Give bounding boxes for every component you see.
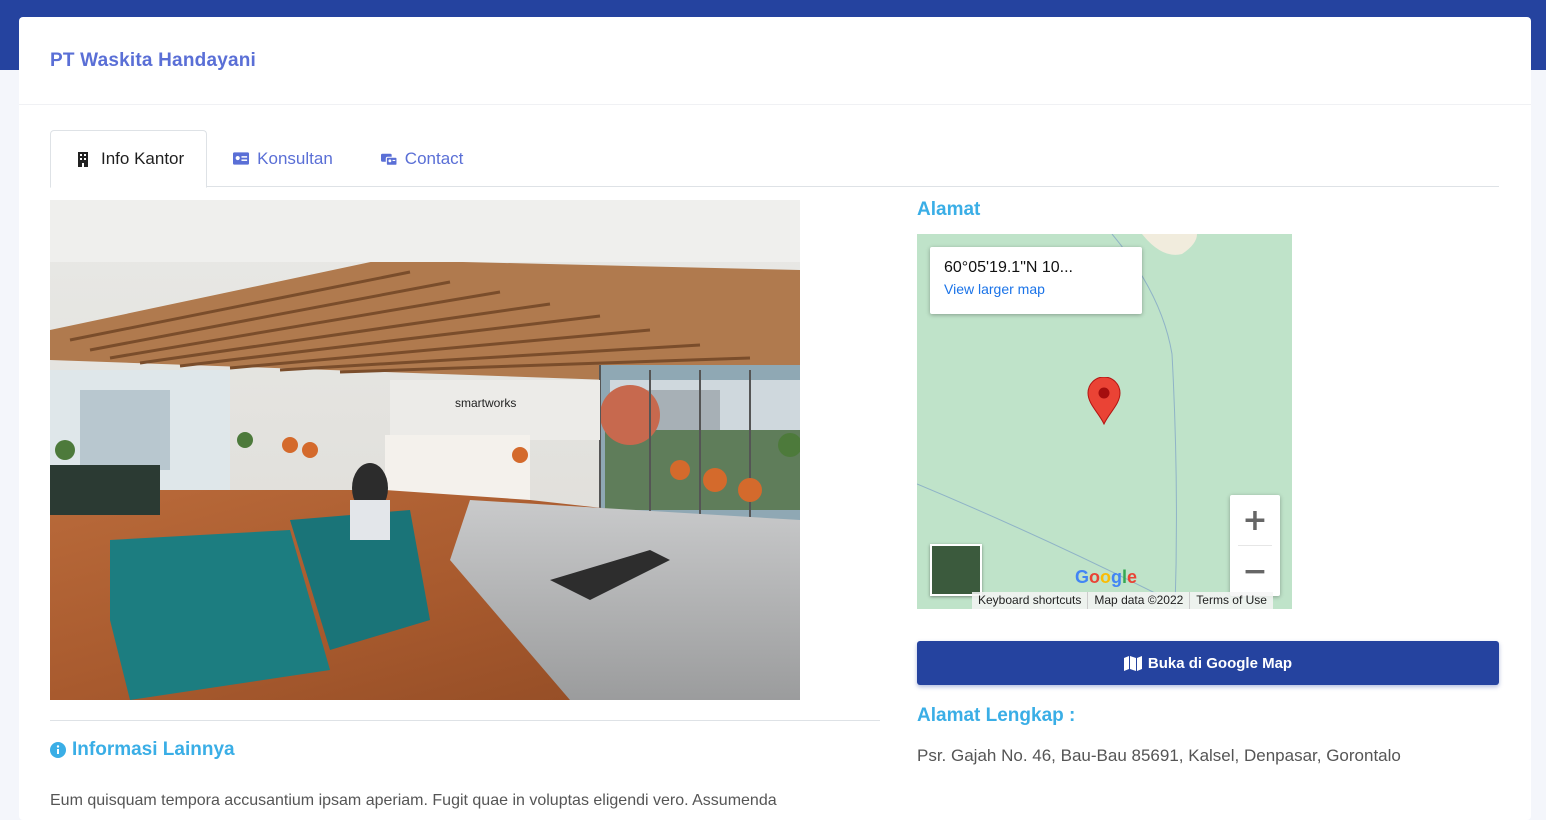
building-icon	[77, 152, 93, 167]
section-divider	[50, 720, 880, 721]
open-map-label: Buka di Google Map	[1147, 654, 1293, 672]
info-text: Eum quisquam tempora accusantium ipsam a…	[50, 792, 777, 809]
company-name: PT Waskita Handayani	[50, 49, 257, 71]
coordinates-text: 60°05'19.1"N 10...	[944, 259, 1073, 276]
zoom-control: + −	[1230, 495, 1280, 596]
terms-of-use-link[interactable]: Terms of Use	[1189, 592, 1273, 609]
info-title: Informasi Lainnya	[72, 739, 235, 760]
tab-label: Contact	[404, 148, 464, 168]
office-photo: smartworks	[50, 200, 800, 700]
id-card-icon	[233, 151, 250, 166]
map-footer: Keyboard shortcuts Map data ©2022 Terms …	[972, 592, 1273, 609]
coordinate-card: 60°05'19.1"N 10... View larger map	[930, 247, 1142, 314]
tab-label: Konsultan	[257, 148, 333, 168]
smartworks-sign: smartworks	[455, 396, 516, 410]
contact-icon	[380, 152, 397, 166]
alamat-heading: Alamat	[917, 199, 981, 220]
info-icon	[50, 742, 66, 758]
tab-info-kantor[interactable]: Info Kantor	[50, 130, 208, 188]
map-pin-icon[interactable]	[1087, 376, 1121, 429]
satellite-toggle[interactable]	[930, 544, 982, 596]
main-card: PT Waskita Handayani Info Kantor Konsult…	[19, 17, 1531, 820]
view-larger-map-link[interactable]: View larger map	[944, 281, 1128, 297]
embedded-map[interactable]: 60°05'19.1"N 10... View larger map + − G…	[917, 234, 1292, 609]
tab-contact[interactable]: Contact	[355, 130, 486, 187]
open-google-map-button[interactable]: Buka di Google Map	[917, 641, 1499, 685]
map-icon	[1123, 655, 1142, 671]
alamat-lengkap-heading: Alamat Lengkap :	[917, 705, 1076, 726]
full-address: Psr. Gajah No. 46, Bau-Bau 85691, Kalsel…	[917, 746, 1401, 765]
google-logo: Google	[1075, 567, 1138, 587]
card-header: PT Waskita Handayani	[19, 17, 1531, 105]
tab-konsultan[interactable]: Konsultan	[207, 130, 355, 187]
zoom-in-button[interactable]: +	[1230, 495, 1280, 545]
zoom-out-button[interactable]: −	[1230, 546, 1280, 596]
info-heading: Informasi Lainnya	[50, 739, 235, 761]
tab-label: Info Kantor	[101, 149, 185, 168]
tab-bar: Info Kantor Konsultan Contact	[50, 130, 1499, 188]
keyboard-shortcuts-link[interactable]: Keyboard shortcuts	[972, 592, 1087, 609]
map-data-text: Map data ©2022	[1087, 592, 1189, 609]
